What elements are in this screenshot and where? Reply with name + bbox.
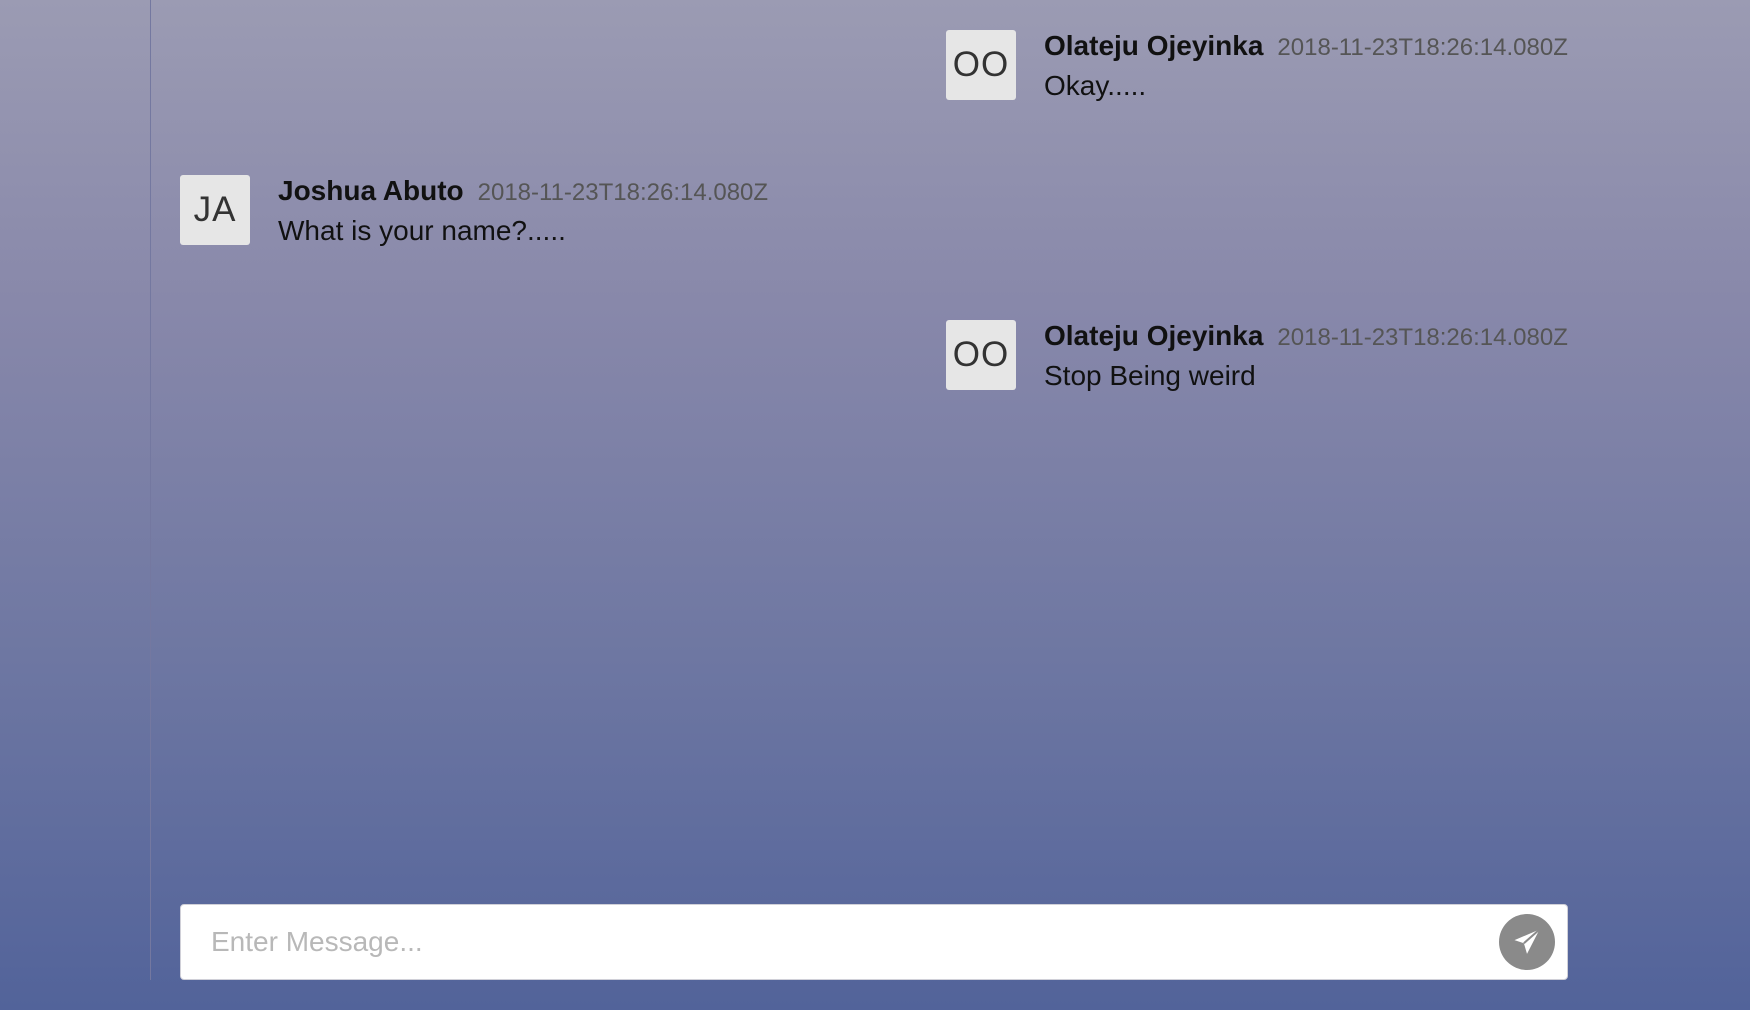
message-author: Olateju Ojeyinka xyxy=(1044,320,1264,351)
message-text: What is your name?..... xyxy=(278,215,566,246)
sidebar-divider xyxy=(150,0,151,980)
message-header: Olateju Ojeyinka 2018-11-23T18:26:14.080… xyxy=(1044,320,1568,352)
message-text: Okay..... xyxy=(1044,70,1147,101)
send-paper-plane-icon xyxy=(1514,928,1541,954)
message-timestamp: 2018-11-23T18:26:14.080Z xyxy=(1277,324,1568,351)
message-author: Joshua Abuto xyxy=(278,175,464,206)
message-body: Olateju Ojeyinka 2018-11-23T18:26:14.080… xyxy=(1044,30,1568,102)
message-item: JA Joshua Abuto 2018-11-23T18:26:14.080Z… xyxy=(180,175,768,247)
send-button[interactable] xyxy=(1499,914,1555,970)
message-header: Olateju Ojeyinka 2018-11-23T18:26:14.080… xyxy=(1044,30,1568,62)
message-text: Stop Being weird xyxy=(1044,360,1256,391)
message-timestamp: 2018-11-23T18:26:14.080Z xyxy=(1277,34,1568,61)
message-body: Olateju Ojeyinka 2018-11-23T18:26:14.080… xyxy=(1044,320,1568,392)
avatar: OO xyxy=(946,320,1016,390)
avatar: OO xyxy=(946,30,1016,100)
message-item: OO Olateju Ojeyinka 2018-11-23T18:26:14.… xyxy=(946,320,1568,392)
message-composer xyxy=(180,904,1568,980)
message-body: Joshua Abuto 2018-11-23T18:26:14.080Z Wh… xyxy=(278,175,768,247)
message-input[interactable] xyxy=(209,911,1499,973)
message-timestamp: 2018-11-23T18:26:14.080Z xyxy=(477,179,769,206)
message-header: Joshua Abuto 2018-11-23T18:26:14.080Z xyxy=(278,175,768,207)
message-author: Olateju Ojeyinka xyxy=(1044,30,1264,61)
message-item: OO Olateju Ojeyinka 2018-11-23T18:26:14.… xyxy=(946,30,1568,102)
avatar: JA xyxy=(180,175,250,245)
